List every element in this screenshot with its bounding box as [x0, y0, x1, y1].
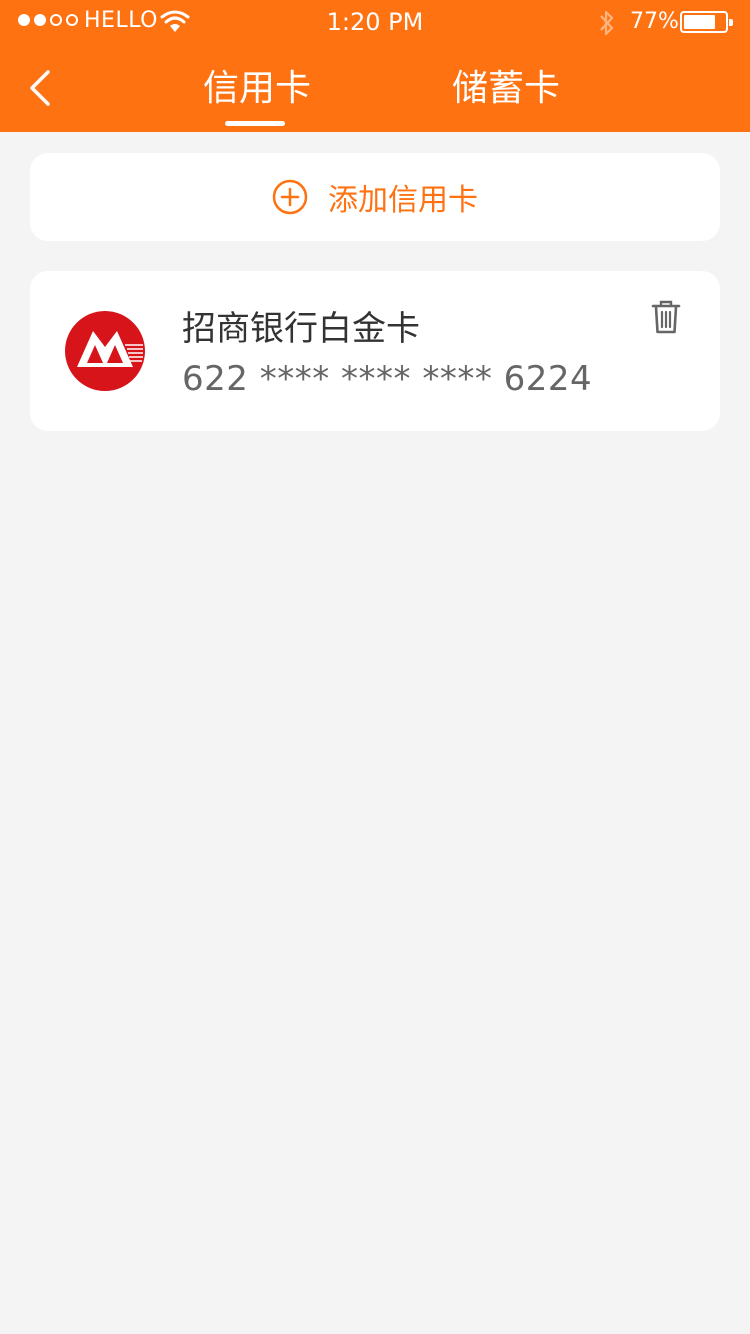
card-name: 招商银行白金卡 — [182, 309, 420, 349]
battery-icon — [680, 11, 733, 33]
bluetooth-icon — [600, 10, 614, 36]
card-number: 622 **** **** **** 6224 — [182, 359, 593, 399]
trash-icon — [651, 300, 681, 334]
cmb-logo — [65, 311, 145, 391]
add-credit-card-button[interactable]: 添加信用卡 — [30, 153, 720, 241]
active-tab-indicator — [225, 121, 285, 126]
app-header: HELLO 1:20 PM 77% 信用卡 储蓄卡 — [0, 0, 750, 132]
credit-card-item[interactable]: 招商银行白金卡 622 **** **** **** 6224 — [30, 271, 720, 431]
back-button[interactable] — [22, 66, 62, 110]
plus-circle-icon — [272, 179, 308, 215]
delete-card-button[interactable] — [650, 299, 682, 335]
status-bar: HELLO 1:20 PM 77% — [0, 0, 750, 44]
battery-percent: 77% — [630, 9, 679, 34]
add-credit-card-label: 添加信用卡 — [328, 183, 478, 218]
tab-debit-card[interactable]: 储蓄卡 — [452, 66, 560, 112]
tab-credit-card[interactable]: 信用卡 — [203, 66, 311, 112]
